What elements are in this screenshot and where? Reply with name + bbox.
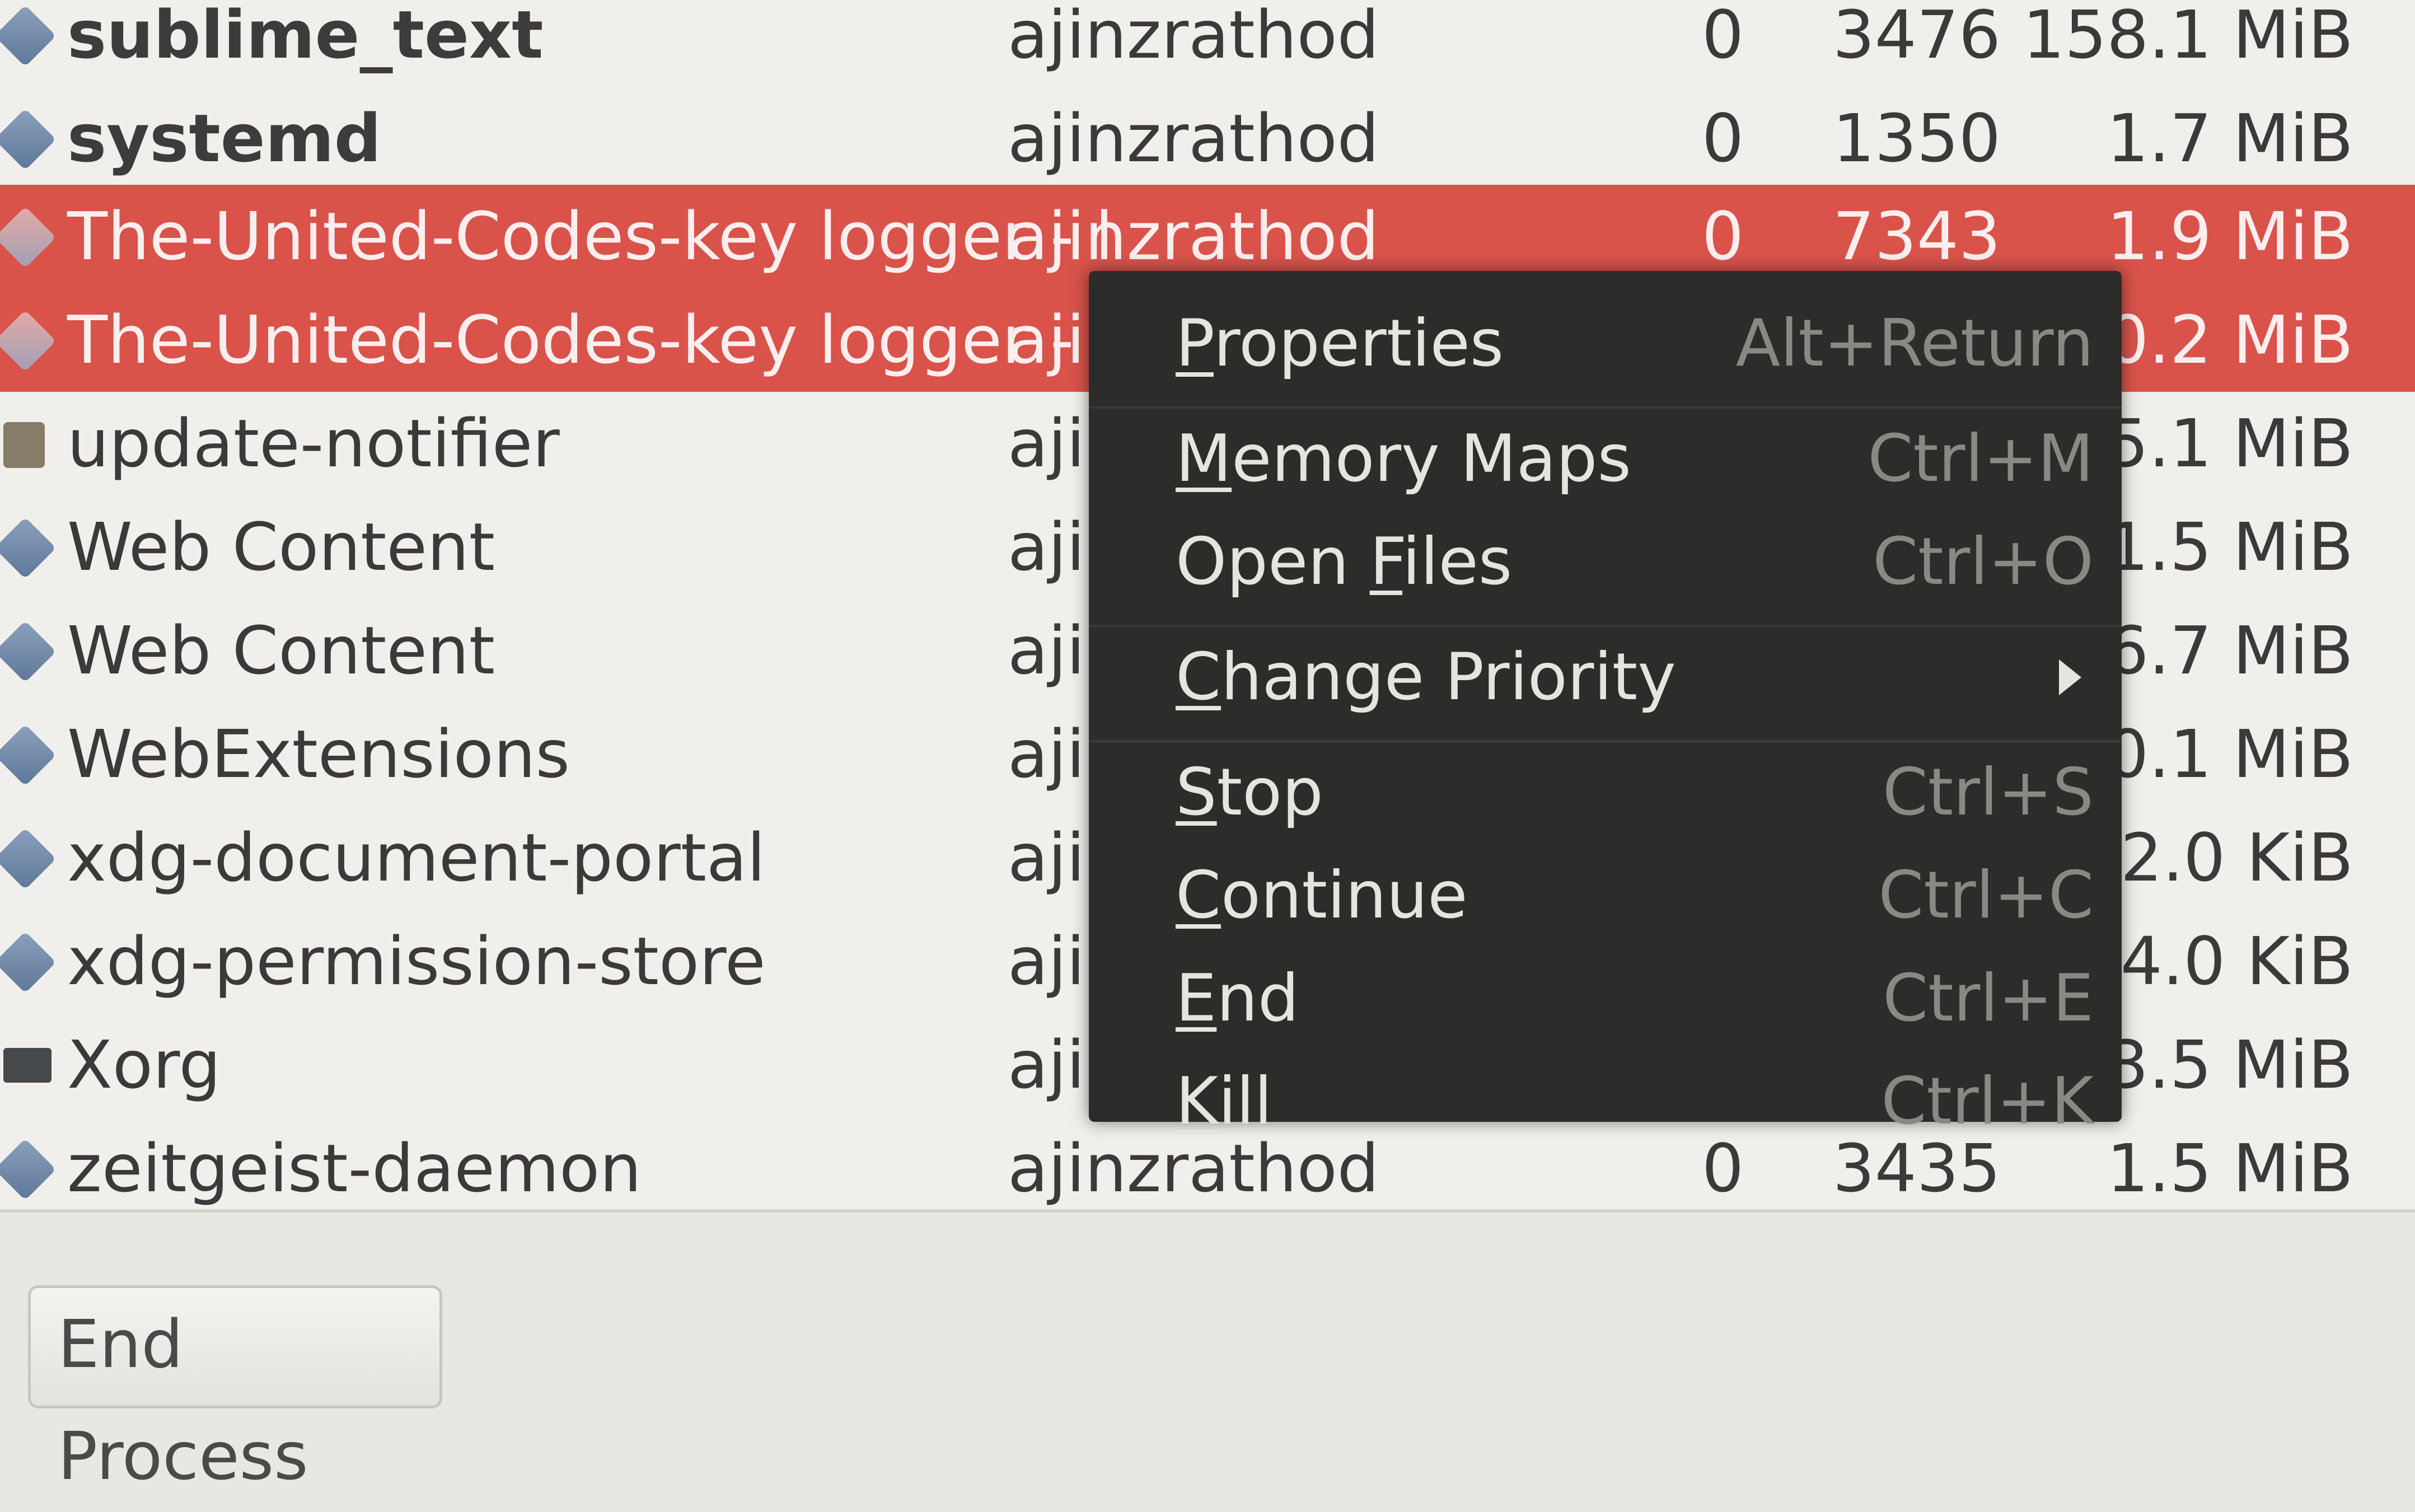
process-name: xdg-document-portal xyxy=(67,819,766,896)
application-diamond-icon xyxy=(0,1138,57,1201)
menu-item-stop[interactable]: Stop Ctrl+S xyxy=(1089,742,2122,843)
process-name: xdg-permission-store xyxy=(67,923,766,1000)
menu-item-memory-maps[interactable]: Memory Maps Ctrl+M xyxy=(1089,409,2122,509)
process-user: aji xyxy=(1008,1026,1085,1103)
menu-item-label: Change Priority xyxy=(1176,639,1676,715)
menu-item-label: Properties xyxy=(1176,306,1504,381)
process-id: 1350 xyxy=(1832,100,2001,177)
menu-item-label: Memory Maps xyxy=(1176,421,1631,497)
process-user: aji xyxy=(1008,612,1085,689)
menu-item-continue[interactable]: Continue Ctrl+C xyxy=(1089,845,2122,946)
application-diamond-icon xyxy=(0,827,57,890)
process-name: Web Content xyxy=(67,508,495,586)
process-user: aji xyxy=(1008,715,1085,793)
application-diamond-icon xyxy=(0,4,57,67)
process-name: systemd xyxy=(67,100,382,177)
menu-item-kill[interactable]: Kill Ctrl+K xyxy=(1089,1051,2122,1152)
process-user: aji xyxy=(1008,819,1085,896)
process-user: ajinzrathod xyxy=(1008,0,1379,73)
menu-item-open-files[interactable]: Open Files Ctrl+O xyxy=(1089,512,2122,612)
process-name: update-notifier xyxy=(67,405,560,482)
process-name: sublime_text xyxy=(67,0,544,73)
menu-item-shortcut: Ctrl+M xyxy=(1868,421,2094,497)
process-memory: 1.7 MiB xyxy=(2107,100,2353,177)
action-bar: End Process xyxy=(0,1209,2415,1495)
process-name: Web Content xyxy=(67,612,495,689)
process-memory: 158.1 MiB xyxy=(2023,0,2353,73)
menu-item-label: Stop xyxy=(1176,755,1323,830)
terminal-icon xyxy=(3,1048,52,1083)
process-row[interactable]: sublime_text ajinzrathod 0 3476 158.1 Mi… xyxy=(0,0,2415,87)
process-id: 3476 xyxy=(1832,0,2001,73)
application-diamond-icon xyxy=(0,310,57,372)
process-user: aji xyxy=(1008,923,1085,1000)
application-diamond-icon xyxy=(0,931,57,994)
process-user: aji xyxy=(1008,508,1085,586)
menu-item-shortcut: Ctrl+K xyxy=(1881,1064,2094,1139)
menu-item-label: Kill xyxy=(1176,1064,1272,1139)
menu-item-label: End xyxy=(1176,961,1299,1036)
menu-item-shortcut: Ctrl+E xyxy=(1883,961,2094,1036)
application-diamond-icon xyxy=(0,206,57,269)
process-name: Xorg xyxy=(67,1026,221,1103)
submenu-arrow-icon xyxy=(2059,659,2081,695)
application-diamond-icon xyxy=(0,620,57,683)
menu-item-properties[interactable]: Properties Alt+Return xyxy=(1089,293,2122,394)
process-name: The-United-Codes-key logger - l xyxy=(67,198,1113,275)
end-process-button[interactable]: End Process xyxy=(28,1285,442,1495)
process-row[interactable]: systemd ajinzrathod 0 1350 1.7 MiB xyxy=(0,87,2415,190)
process-user: aji xyxy=(1008,301,1085,378)
process-memory: 1.9 MiB xyxy=(2107,198,2353,275)
application-diamond-icon xyxy=(0,724,57,787)
process-memory: 1.5 MiB xyxy=(2107,1130,2353,1207)
process-user: aji xyxy=(1008,405,1085,482)
menu-item-shortcut: Ctrl+S xyxy=(1882,755,2094,830)
menu-item-shortcut: Ctrl+O xyxy=(1873,524,2094,600)
menu-item-label: Open Files xyxy=(1176,524,1513,600)
process-name: The-United-Codes-key logger - l xyxy=(67,301,1113,378)
menu-item-end[interactable]: End Ctrl+E xyxy=(1089,948,2122,1049)
menu-item-change-priority[interactable]: Change Priority xyxy=(1089,627,2122,728)
menu-item-label: Continue xyxy=(1176,858,1468,933)
process-cpu: 0 xyxy=(1702,100,1744,177)
application-diamond-icon xyxy=(0,108,57,171)
menu-item-shortcut: Ctrl+C xyxy=(1878,858,2094,933)
process-context-menu: Properties Alt+Return Memory Maps Ctrl+M… xyxy=(1089,271,2122,1139)
menu-item-shortcut: Alt+Return xyxy=(1735,306,2094,381)
application-diamond-icon xyxy=(0,517,57,579)
notifier-icon xyxy=(3,422,45,468)
process-memory: 5.1 MiB xyxy=(2107,405,2353,482)
process-name: zeitgeist-daemon xyxy=(67,1130,642,1207)
process-user: ajinzrathod xyxy=(1008,100,1379,177)
process-cpu: 0 xyxy=(1702,0,1744,73)
process-name: WebExtensions xyxy=(67,715,570,793)
